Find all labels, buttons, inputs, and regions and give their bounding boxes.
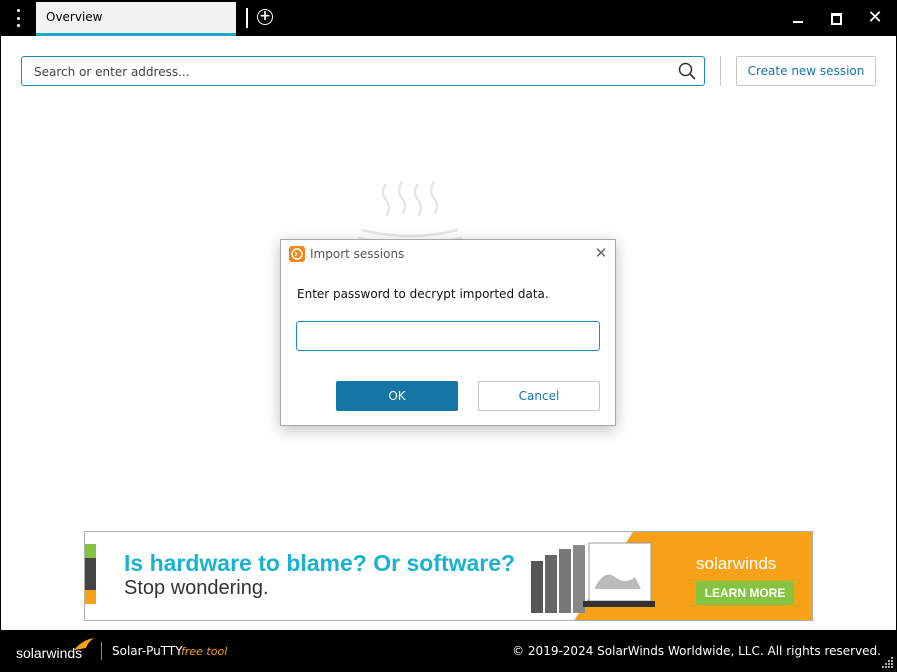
cancel-button[interactable]: Cancel — [478, 381, 600, 411]
banner-brand: solarwinds — [696, 554, 777, 573]
dialog-title: Import sessions — [310, 247, 405, 261]
footer-product-tag: free tool — [181, 645, 228, 658]
banner-stripe — [85, 590, 96, 604]
solarwinds-flame-icon — [74, 638, 94, 650]
ad-banner[interactable]: Is hardware to blame? Or software? Stop … — [84, 531, 813, 621]
maximize-icon[interactable] — [826, 8, 846, 28]
title-bar: Overview + ✕ — [0, 0, 897, 36]
banner-stripe — [85, 558, 96, 590]
password-field[interactable] — [296, 321, 600, 351]
search-input[interactable] — [32, 61, 676, 83]
search-icon[interactable] — [678, 62, 696, 80]
learn-more-button[interactable]: LEARN MORE — [696, 581, 794, 605]
footer-divider — [101, 642, 102, 660]
vertical-dots-icon[interactable] — [10, 9, 26, 27]
banner-subline: Stop wondering. — [124, 577, 269, 599]
window-border-left — [0, 36, 1, 630]
tab-overview[interactable]: Overview — [36, 2, 236, 36]
footer-product: Solar-PuTTY — [112, 644, 183, 658]
toolbar-divider — [720, 56, 721, 86]
minimize-icon[interactable] — [788, 8, 808, 28]
plus-circle-icon[interactable]: + — [257, 9, 273, 25]
solar-putty-icon — [289, 246, 305, 262]
footer: solarwinds Solar-PuTTY free tool © 2019-… — [0, 630, 897, 672]
tab-divider — [246, 8, 248, 28]
dialog-close-icon[interactable]: ✕ — [593, 245, 609, 261]
ok-button[interactable]: OK — [336, 381, 458, 411]
create-new-session-button[interactable]: Create new session — [736, 56, 876, 86]
banner-headline: Is hardware to blame? Or software? — [124, 550, 516, 576]
server-rack-illustration — [531, 542, 655, 613]
banner-stripe — [85, 532, 96, 544]
close-icon[interactable]: ✕ — [865, 8, 885, 28]
resize-grip-icon[interactable] — [882, 656, 894, 668]
steaming-cup-illustration — [357, 181, 463, 242]
footer-copyright: © 2019-2024 SolarWinds Worldwide, LLC. A… — [512, 644, 881, 658]
tab-label: Overview — [46, 10, 103, 24]
banner-stripe — [85, 604, 96, 620]
import-sessions-dialog: Import sessions ✕ Enter password to decr… — [280, 239, 616, 426]
dialog-message: Enter password to decrypt imported data. — [297, 287, 549, 301]
search-box[interactable] — [21, 56, 705, 86]
banner-stripe — [85, 544, 96, 558]
footer-brand: solarwinds — [16, 645, 83, 661]
